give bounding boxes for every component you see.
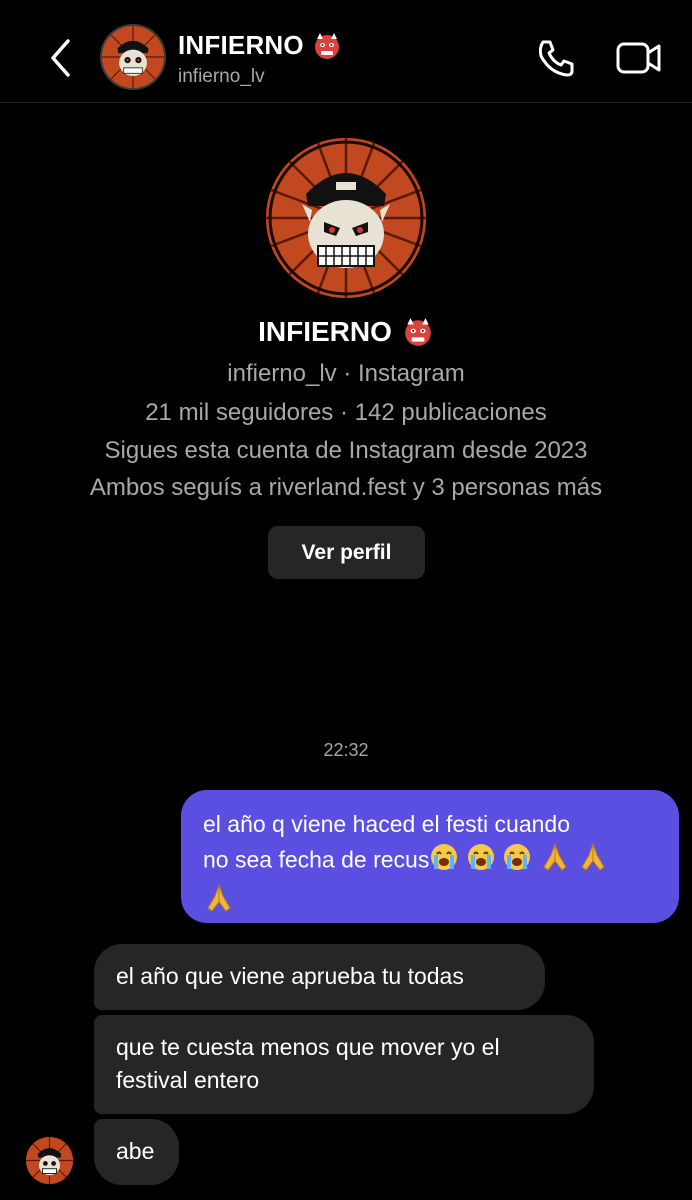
back-button[interactable] [40,36,80,80]
message-timestamp: 22:32 [323,740,369,760]
header-avatar[interactable] [100,24,166,90]
outgoing-message-line: el año q viene haced el festi cuando [203,811,570,837]
chevron-left-icon [51,39,70,77]
header-title[interactable]: INFIERNO [178,30,342,61]
video-call-button[interactable] [614,36,664,80]
outgoing-message-line-2: no sea fecha de recus [203,841,659,882]
incoming-message-bubble[interactable]: el año que viene aprueba tu todas [94,944,545,1010]
ogre-emoji-icon [405,318,431,346]
incoming-message-text: el año que viene aprueba tu todas [116,963,464,989]
loudly-crying-face-icon [502,842,532,881]
folded-hands-icon [577,841,609,882]
folded-hands-icon [539,841,571,882]
profile-mutuals: Ambos seguís a riverland.fest y 3 person… [89,474,603,501]
incoming-message-text: abe [116,1138,155,1164]
profile-avatar[interactable] [266,138,426,298]
view-profile-button[interactable]: Ver perfil [268,526,425,579]
outgoing-message-bubble[interactable]: el año q viene haced el festi cuando no … [181,790,679,923]
incoming-message-text: que te cuesta menos que mover yo el fest… [116,1034,500,1093]
incoming-message-bubble[interactable]: que te cuesta menos que mover yo el fest… [94,1015,594,1114]
skull-logo-icon [102,26,164,88]
video-camera-icon [616,42,661,74]
profile-name-text: INFIERNO [258,316,392,347]
phone-icon [538,40,574,77]
chat-header: INFIERNO infierno_lv [0,0,692,103]
call-button[interactable] [534,36,578,80]
skull-logo-icon [266,138,426,298]
skull-logo-icon [26,1137,73,1184]
profile-handle-line: infierno_lv · Instagram [227,360,465,387]
outgoing-message-text: no sea fecha de recus [203,846,430,873]
loudly-crying-face-icon [466,842,496,881]
profile-stats-line: 21 mil seguidores · 142 publicaciones [145,399,547,426]
folded-hands-icon [203,882,235,923]
incoming-message-bubble[interactable]: abe [94,1119,179,1185]
profile-name: INFIERNO [0,316,692,348]
sender-avatar[interactable] [26,1137,73,1184]
header-username: infierno_lv [178,66,265,87]
ogre-emoji-icon [314,32,339,59]
loudly-crying-face-icon [429,842,459,881]
header-title-text: INFIERNO [178,30,304,60]
outgoing-message-line-3 [203,882,659,923]
profile-following-since: Sigues esta cuenta de Instagram desde 20… [104,437,588,464]
